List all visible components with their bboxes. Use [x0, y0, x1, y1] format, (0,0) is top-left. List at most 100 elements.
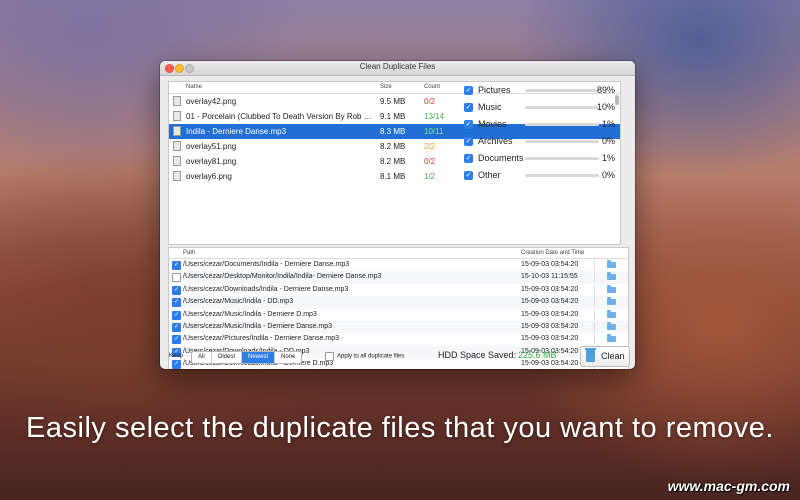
category-progress-bar — [525, 140, 599, 143]
hdd-space-saved-label: HDD Space Saved: — [438, 350, 517, 360]
file-path: /Users/cezar/Music/Indila - DD.mp3 — [183, 298, 294, 306]
file-icon — [173, 156, 181, 166]
creation-date: 15-09-03 03:54:20 — [521, 285, 579, 293]
path-row[interactable]: ✓/Users/cezar/Music/Indila - DD.mp3 15-09… — [169, 296, 628, 309]
duplicate-count: 10/11 — [424, 127, 444, 136]
creation-date: 15-10-03 11:15:55 — [521, 273, 578, 281]
keep-option-none[interactable]: None — [275, 352, 301, 363]
creation-date: 15-09-03 03:54:20 — [521, 298, 579, 306]
header-count[interactable]: Count — [424, 84, 440, 90]
checkbox[interactable]: ✓ — [464, 137, 473, 146]
clean-button[interactable]: Clean — [580, 346, 630, 367]
duplicate-count: 2/2 — [424, 142, 436, 151]
category-movies: ✓ Movies 1% — [464, 117, 629, 134]
category-pictures: ✓ Pictures 89% — [464, 83, 629, 100]
window-title: Clean Duplicate Files — [359, 62, 436, 71]
keep-option-newest[interactable]: Newest — [242, 352, 276, 363]
path-checkbox[interactable]: ✓ — [172, 285, 181, 295]
duplicate-count: 13/14 — [424, 112, 445, 121]
reveal-in-finder-button[interactable] — [594, 272, 627, 283]
header-size[interactable]: Size — [380, 84, 392, 90]
file-name: overlay51.png — [186, 142, 237, 151]
category-filter: ✓ Pictures 89% ✓ Music 10% ✓ Movies 1% ✓ Archives 0… — [464, 83, 629, 185]
header-date[interactable]: Creation Date and Time — [521, 250, 584, 256]
reveal-in-finder-button[interactable] — [594, 297, 627, 308]
folder-icon — [607, 297, 616, 306]
path-row[interactable]: /Users/cezar/Desktop/Monitor/Indila/Indi… — [169, 271, 628, 284]
creation-date: 15-09-03 03:54:20 — [521, 335, 579, 343]
apply-to-all-checkbox[interactable]: Apply to all duplicate files — [325, 352, 404, 361]
hdd-space-saved-value: 225.6 MB — [518, 350, 557, 360]
category-other: ✓ Other 0% — [464, 168, 629, 185]
path-row[interactable]: ✓/Users/cezar/Documents/Indila - Dernier… — [169, 259, 628, 271]
file-size: 8.3 MB — [380, 127, 406, 136]
file-name: overlay6.png — [186, 172, 232, 181]
category-label: Archives — [478, 136, 513, 146]
header-name[interactable]: Name — [186, 84, 202, 90]
file-name: 01 - Porcelain (Clubbed To Death Version… — [186, 112, 376, 121]
folder-icon — [607, 284, 616, 293]
keep-option-oldest[interactable]: Oldest — [212, 352, 243, 363]
reveal-in-finder-button[interactable] — [594, 284, 627, 295]
file-path: /Users/cezar/Pictures/Indila - Derniere … — [183, 335, 340, 343]
header-path[interactable]: Path — [183, 250, 195, 256]
checkbox[interactable]: ✓ — [464, 154, 473, 163]
folder-icon — [607, 334, 616, 343]
category-label: Music — [478, 102, 502, 112]
category-documents: ✓ Documents 1% — [464, 151, 629, 168]
app-window: Clean Duplicate Files Name Size Count ov… — [160, 61, 635, 369]
category-label: Other — [478, 170, 501, 180]
checkbox[interactable]: ✓ — [464, 86, 473, 95]
checkbox[interactable]: ✓ — [464, 120, 473, 129]
category-percent: 1% — [601, 119, 615, 129]
path-checkbox[interactable]: ✓ — [172, 310, 181, 320]
path-row[interactable]: ✓/Users/cezar/Pictures/Indila - Derniere… — [169, 333, 628, 345]
file-path: /Users/cezar/Desktop/Monitor/Indila/Indi… — [183, 273, 382, 281]
file-icon — [173, 111, 181, 121]
category-progress-bar — [525, 106, 599, 109]
folder-icon — [607, 321, 616, 330]
path-row[interactable]: ✓/Users/cezar/Music/Indila - Derniere D.… — [169, 309, 628, 321]
path-row[interactable]: ✓/Users/cezar/Downloads/Indila - Dernier… — [169, 284, 628, 296]
keep-option-all[interactable]: All — [192, 352, 212, 363]
category-percent: 89% — [596, 85, 615, 95]
category-percent: 10% — [596, 102, 615, 112]
file-icon — [173, 171, 181, 181]
reveal-in-finder-button[interactable] — [594, 309, 627, 320]
category-music: ✓ Music 10% — [464, 100, 629, 117]
category-progress-bar — [525, 89, 599, 92]
reveal-in-finder-button[interactable] — [594, 321, 627, 332]
category-percent: 0% — [601, 136, 615, 146]
file-size: 8.2 MB — [380, 157, 406, 166]
path-checkbox[interactable]: ✓ — [172, 298, 181, 308]
apply-to-all-label: Apply to all duplicate files — [337, 353, 405, 360]
file-size: 9.1 MB — [380, 112, 406, 121]
path-checkbox[interactable]: ✓ — [172, 261, 181, 270]
trash-icon — [585, 348, 596, 362]
file-path: /Users/cezar/Music/Indila - Derniere D.m… — [183, 310, 317, 318]
path-checkbox[interactable]: ✓ — [172, 335, 181, 345]
title-bar[interactable]: Clean Duplicate Files — [160, 61, 635, 76]
category-percent: 1% — [601, 153, 615, 163]
folder-icon — [607, 272, 616, 281]
clean-button-label: Clean — [601, 351, 625, 361]
path-checkbox[interactable] — [172, 273, 181, 283]
category-label: Documents — [478, 153, 524, 163]
checkbox-icon[interactable] — [325, 352, 334, 361]
path-row[interactable]: ✓/Users/cezar/Music/Indila - Derniere Da… — [169, 320, 628, 334]
reveal-in-finder-button[interactable] — [594, 334, 627, 345]
duplicate-count: 0/2 — [424, 97, 436, 106]
category-progress-bar — [525, 157, 599, 160]
checkbox[interactable]: ✓ — [464, 103, 473, 112]
file-size: 9.5 MB — [380, 97, 406, 106]
file-path: /Users/cezar/Music/Indila - Derniere Dan… — [183, 322, 332, 330]
folder-icon — [607, 260, 616, 268]
checkbox[interactable]: ✓ — [464, 171, 473, 180]
folder-icon — [607, 309, 616, 318]
category-label: Movies — [478, 119, 507, 129]
watermark: www.mac-gm.com — [667, 478, 790, 494]
creation-date: 15-09-03 03:54:20 — [521, 310, 579, 318]
file-icon — [173, 126, 181, 136]
path-checkbox[interactable]: ✓ — [172, 322, 181, 332]
reveal-in-finder-button[interactable] — [594, 260, 627, 270]
